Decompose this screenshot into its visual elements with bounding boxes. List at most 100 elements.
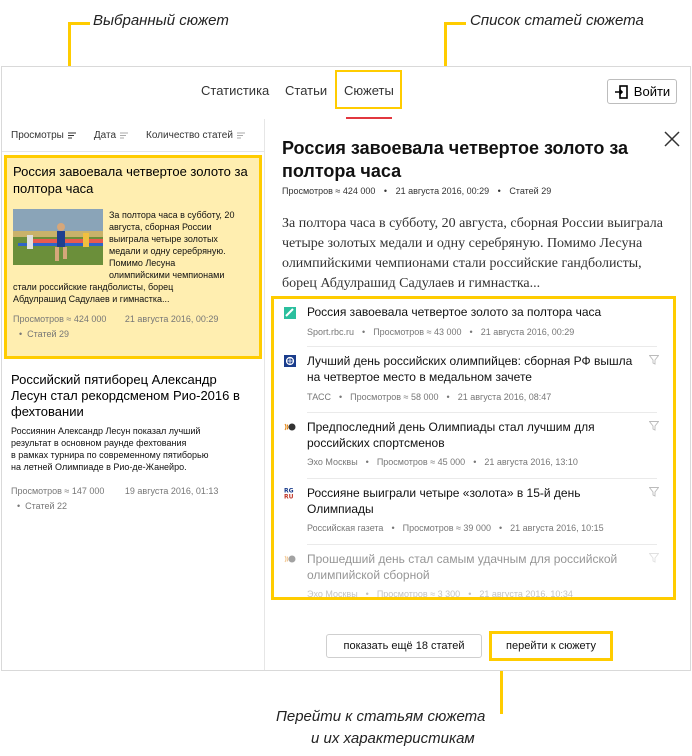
tab-statistics[interactable]: Статистика — [201, 83, 269, 98]
snippet-line: олимпийскими чемпионами — [109, 270, 225, 280]
article-title-line: Россия завоевала четвертое золото за пол… — [307, 305, 602, 319]
article-title[interactable]: Россияне выиграли четыре «золота» в 15-й… — [307, 485, 647, 517]
callout-line — [68, 22, 90, 25]
goto-story-button[interactable]: перейти к сюжету — [493, 634, 609, 658]
story-snippet-cont: стали российские гандболисты, борец Абду… — [13, 281, 258, 305]
callout-goto-line1: Перейти к статьям сюжета — [276, 708, 486, 725]
sort-bar: Просмотры Дата Количество статей — [2, 119, 264, 152]
article-list: Россия завоевала четвертое золото за пол… — [271, 296, 676, 600]
snippet-line: медали и одну серебряную. — [109, 246, 226, 256]
sort-icon — [236, 132, 245, 138]
close-icon[interactable] — [664, 131, 680, 147]
article-date: 21 августа 2016, 10:34 — [479, 589, 573, 599]
snippet-line: За полтора часа в субботу, 20 — [109, 210, 235, 220]
article-meta: ТАСС • Просмотров ≈ 58 000 • 21 августа 2016… — [307, 392, 552, 402]
show-more-button[interactable]: показать ещё 18 статей — [326, 634, 482, 658]
filter-icon[interactable] — [649, 421, 659, 431]
story-meta: Просмотров ≈ 147 000 19 августа 2016, 01… — [11, 486, 218, 496]
echo-logo-icon — [284, 423, 296, 431]
sort-views-label: Просмотры — [11, 129, 64, 141]
story-article-count: Статей 29 — [27, 329, 70, 339]
story-title-line: фехтовании — [11, 404, 84, 419]
detail-title-line: полтора часа — [282, 161, 402, 181]
rg-logo-icon: RGRU — [284, 487, 296, 499]
sort-date[interactable]: Дата — [93, 129, 129, 141]
lead-line: четыре золотых медали и одну серебряную.… — [282, 236, 643, 251]
article-views: Просмотров ≈ 3 300 — [376, 589, 461, 599]
story-list: Просмотры Дата Количество статей Россия … — [2, 119, 265, 670]
article-item[interactable]: Россия завоевала четвертое золото за пол… — [274, 299, 673, 347]
story-title-line: Лесун стал рекордсменом Рио-2016 в — [11, 388, 240, 403]
article-views: Просмотров ≈ 58 000 — [350, 392, 439, 402]
snippet-line: Абдулрашид Садулаев и гимнастка... — [13, 294, 170, 304]
svg-text:RU: RU — [284, 494, 294, 500]
callout-line — [444, 22, 466, 25]
filter-icon[interactable] — [649, 553, 659, 563]
article-title-line: российских спортсменов — [307, 436, 445, 450]
article-source: Sport.rbc.ru — [307, 327, 355, 337]
sort-count-label: Количество статей — [146, 129, 233, 141]
login-button[interactable]: Войти — [607, 79, 677, 104]
detail-title-line: Россия завоевала четвертое золото за — [282, 138, 629, 158]
detail-views: Просмотров ≈ 424 000 — [282, 186, 376, 196]
callout-selected-story: Выбранный сюжет — [93, 12, 229, 29]
article-meta: Российская газета • Просмотров ≈ 39 000 • 21… — [307, 523, 604, 533]
callout-article-list: Список статей сюжета — [470, 12, 644, 29]
filter-icon[interactable] — [649, 487, 659, 497]
story-article-count: Статей 22 — [25, 501, 68, 511]
article-meta: Эхо Москвы • Просмотров ≈ 3 300 • 21 августа… — [307, 589, 573, 599]
lead-line: олимпийскими чемпионами стали российские… — [282, 256, 642, 271]
article-views: Просмотров ≈ 43 000 — [373, 327, 462, 337]
article-title[interactable]: Россия завоевала четвертое золото за пол… — [307, 304, 647, 320]
article-title[interactable]: Прошедший день стал самым удачным для ро… — [307, 551, 647, 583]
article-item[interactable]: Предпоследний день Олимпиады стал лучшим… — [274, 413, 673, 479]
article-title-line: Россияне выиграли четыре «золота» в 15-й… — [307, 486, 581, 500]
detail-date: 21 августа 2016, 00:29 — [395, 186, 490, 196]
top-nav: Статистика Статьи Сюжеты Войти — [2, 67, 690, 119]
detail-article-count: Статей 29 — [509, 186, 552, 196]
story-card[interactable]: Российский пятиборец Александр Лесун ста… — [2, 369, 264, 519]
login-label: Войти — [633, 84, 671, 99]
sort-count[interactable]: Количество статей — [146, 130, 245, 141]
story-title[interactable]: Российский пятиборец Александр Лесун ста… — [11, 372, 261, 420]
snippet-line: результат в основном раунде фехтования — [11, 438, 187, 448]
filter-icon[interactable] — [649, 355, 659, 365]
article-date: 21 августа 2016, 00:29 — [480, 327, 575, 337]
login-icon — [614, 84, 628, 99]
article-item[interactable]: Лучший день российских олимпийцев: сборн… — [274, 347, 673, 413]
article-source: Эхо Москвы — [307, 457, 358, 467]
sort-date-label: Дата — [93, 129, 117, 141]
article-date: 21 августа 2016, 13:10 — [484, 457, 578, 467]
article-title[interactable]: Лучший день российских олимпийцев: сборн… — [307, 353, 647, 385]
story-card-selected[interactable]: Россия завоевала четвертое золото за пол… — [4, 155, 262, 359]
tab-stories[interactable]: Сюжеты — [344, 83, 394, 98]
article-item[interactable]: Прошедший день стал самым удачным для ро… — [274, 545, 673, 599]
article-title-line: Лучший день российских олимпийцев: сборн… — [307, 354, 633, 368]
story-title[interactable]: Россия завоевала четвертое золото за пол… — [13, 163, 253, 197]
article-item[interactable]: RG RU Россияне выиграли четыре «золота» в… — [274, 479, 673, 545]
article-title-line: Предпоследний день Олимпиады стал лучшим… — [307, 420, 595, 434]
detail-title: Россия завоевала четвертое золото за пол… — [282, 137, 662, 183]
story-title-line: Россия завоевала четвертое золото за — [13, 164, 248, 179]
article-title-line: Олимпиады — [307, 502, 374, 516]
rbc-logo-icon — [284, 307, 296, 319]
article-source: Российская газета — [307, 523, 384, 533]
article-title[interactable]: Предпоследний день Олимпиады стал лучшим… — [307, 419, 647, 451]
lead-line: борец Абдулрашид Садулаев и гимнастка... — [282, 276, 541, 291]
story-title-line: Российский пятиборец Александр — [11, 372, 217, 387]
article-meta: Эхо Москвы • Просмотров ≈ 45 000 • 21 август… — [307, 457, 578, 467]
callout-goto-line2: и их характеристикам — [311, 730, 475, 747]
echo-logo-icon — [284, 555, 296, 563]
article-views: Просмотров ≈ 45 000 — [376, 457, 466, 467]
story-date: 19 августа 2016, 01:13 — [124, 486, 219, 496]
tab-articles[interactable]: Статьи — [285, 83, 327, 98]
detail-lead: За полтора часа в субботу, 20 августа, с… — [282, 214, 677, 294]
story-views: Просмотров ≈ 424 000 — [13, 314, 107, 324]
snippet-line: августа, сборная России — [109, 222, 212, 232]
snippet-line: в рамках турнира по современному пятибор… — [11, 450, 209, 460]
sort-views[interactable]: Просмотры — [11, 130, 76, 141]
app-frame: Статистика Статьи Сюжеты Войти Просмотры… — [1, 66, 691, 671]
article-meta: Sport.rbc.ru • Просмотров ≈ 43 000 • 21 авгу… — [307, 327, 575, 337]
snippet-line: на летней Олимпиаде в Рио-де-Жанейро. — [11, 462, 187, 472]
story-meta: Просмотров ≈ 424 000 21 августа 2016, 00… — [13, 314, 218, 324]
